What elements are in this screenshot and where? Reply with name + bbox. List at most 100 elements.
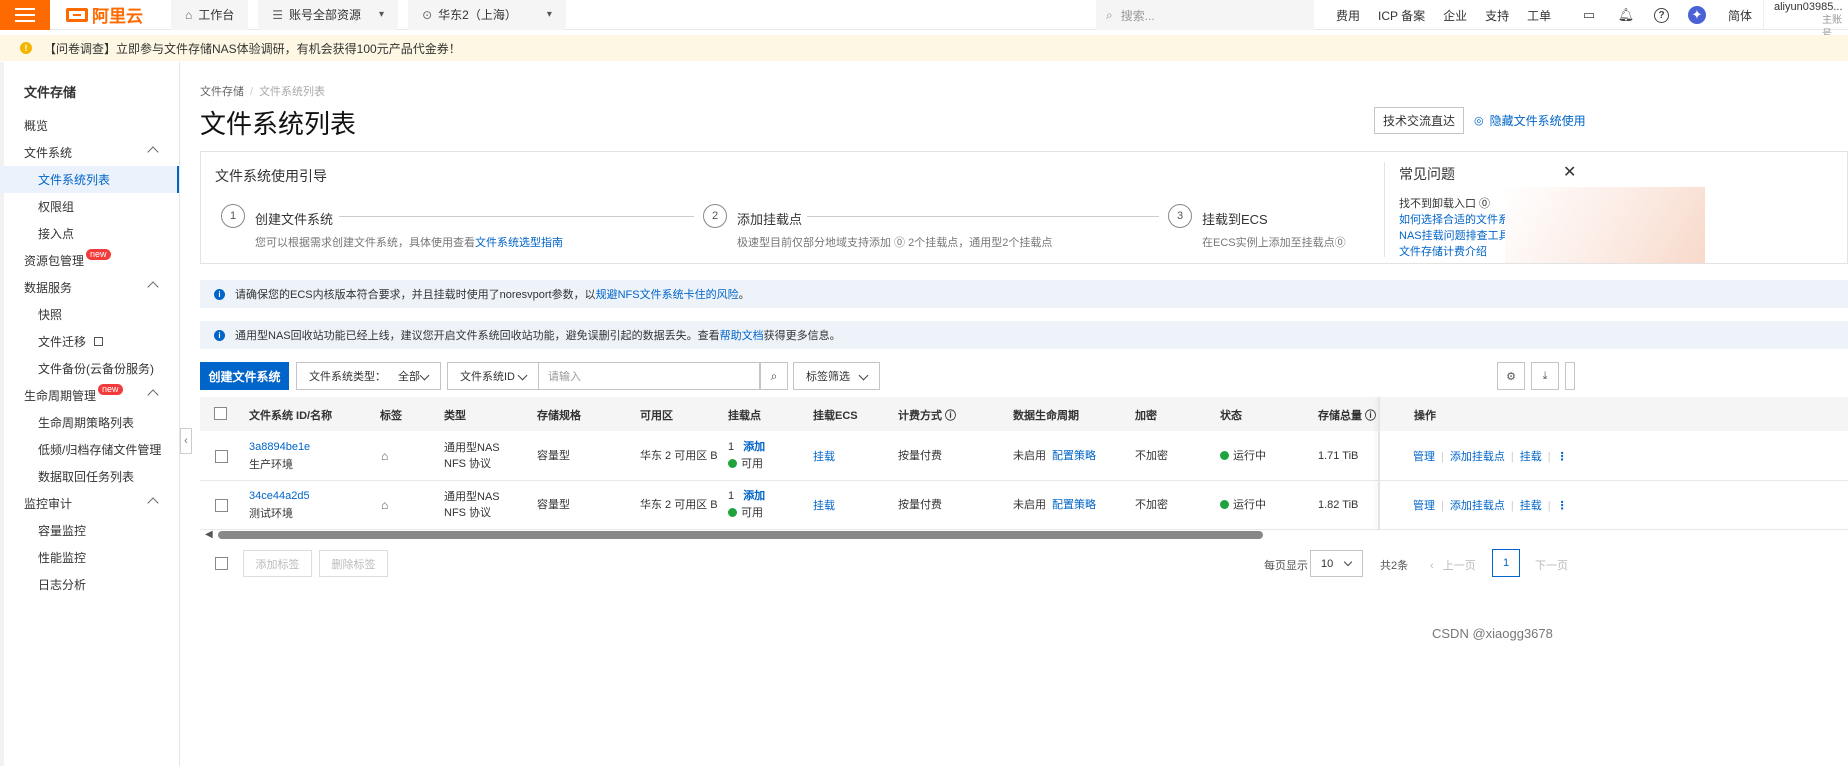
help-doc-link[interactable]: 帮助文档 xyxy=(720,327,764,343)
top-link-billing[interactable]: 费用 xyxy=(1336,7,1360,24)
terminal-icon[interactable]: ▭ xyxy=(1580,6,1598,24)
divider: | xyxy=(1547,500,1551,512)
help-icon[interactable]: ? xyxy=(1654,7,1669,23)
sidebar-group-data-service[interactable]: 数据服务 xyxy=(0,274,179,301)
column-header[interactable]: 文件系统 ID/名称 xyxy=(249,407,332,423)
add-tag-button[interactable]: 添加标签 xyxy=(243,550,312,577)
filesystem-id-link[interactable]: 3a8894be1e xyxy=(249,439,310,455)
footer-select-all-checkbox[interactable] xyxy=(215,557,228,570)
row-checkbox[interactable] xyxy=(215,499,228,512)
tech-exchange-button[interactable]: 技术交流直达 xyxy=(1374,107,1464,134)
sidebar-item-log-analysis[interactable]: 日志分析 xyxy=(0,571,179,598)
scroll-left-icon[interactable]: ◀ xyxy=(205,529,213,540)
assistant-icon[interactable]: ✦ xyxy=(1688,6,1706,24)
row-checkbox[interactable] xyxy=(215,450,228,463)
faq-title: 常见问题 xyxy=(1399,166,1455,182)
filesystem-id[interactable]: 3a8894be1e xyxy=(249,441,310,453)
region-dropdown[interactable]: ⊙ 华东2（上海） ▾ xyxy=(408,0,566,30)
page-number-current[interactable]: 1 xyxy=(1492,549,1520,577)
mount-ecs-text[interactable]: 挂载 xyxy=(813,451,835,463)
filesystem-type-select[interactable]: 文件系统类型： 全部 xyxy=(296,362,441,390)
language-switch[interactable]: 简体 xyxy=(1728,7,1752,24)
download-icon[interactable]: ⤓ xyxy=(1531,362,1559,390)
hide-guide-link[interactable]: ◎ 隐藏文件系统使用 xyxy=(1474,112,1586,129)
bell-icon[interactable]: 🔔︎ xyxy=(1617,6,1635,24)
top-link-icp[interactable]: ICP 备案 xyxy=(1378,7,1425,24)
prev-page-button[interactable]: ‹ 上一页 xyxy=(1430,557,1476,573)
notice-text[interactable]: 【问卷调查】立即参与文件存储NAS体验调研，有机会获得100元产品代金券！ xyxy=(44,40,461,57)
menu-icon[interactable] xyxy=(0,0,50,30)
tag-filter-select[interactable]: 标签筛选 xyxy=(793,362,880,390)
global-search-input[interactable]: ⌕ 搜索... xyxy=(1096,0,1314,30)
filesystem-id-link[interactable]: 34ce44a2d5 xyxy=(249,488,310,504)
sidebar-item-snapshot[interactable]: 快照 xyxy=(0,301,179,328)
sidebar-item-performance-monitor[interactable]: 性能监控 xyxy=(0,544,179,571)
step-number: 3 xyxy=(1168,204,1192,228)
sidebar-item-access-point[interactable]: 接入点 xyxy=(0,220,179,247)
settings-icon[interactable]: ⚙ xyxy=(1497,362,1525,390)
sidebar-item-retrieval-tasks[interactable]: 数据取回任务列表 xyxy=(0,463,179,490)
add-mount-point-link[interactable]: 添加挂载点 xyxy=(1450,451,1505,463)
chevron-down-icon xyxy=(1343,557,1353,567)
configure-policy-link[interactable]: 配置策略 xyxy=(1052,450,1096,462)
top-link-ticket[interactable]: 工单 xyxy=(1527,7,1551,24)
configure-policy-link[interactable]: 配置策略 xyxy=(1052,499,1096,511)
sidebar-group-lifecycle[interactable]: 生命周期管理 new xyxy=(0,382,179,409)
breadcrumb-root[interactable]: 文件存储 xyxy=(200,86,244,98)
sidebar-item-filesystem-list[interactable]: 文件系统列表 xyxy=(0,166,179,193)
sidebar-item-backup[interactable]: 文件备份(云备份服务) xyxy=(0,355,179,382)
usage-guide-panel: 文件系统使用引导 1 创建文件系统 您可以根据需求创建文件系统，具体使用查看文件… xyxy=(200,151,1848,264)
mount-link[interactable]: 挂载 xyxy=(1520,500,1542,512)
mount-ecs-link[interactable]: 挂载 xyxy=(813,498,835,514)
horizontal-scrollbar[interactable] xyxy=(218,531,1263,539)
top-link-enterprise[interactable]: 企业 xyxy=(1443,7,1467,24)
sidebar-item-archive-files[interactable]: 低频/归档存储文件管理 xyxy=(0,436,179,463)
next-page-button[interactable]: 下一页 xyxy=(1535,557,1568,573)
more-actions-icon[interactable]: ⋮ xyxy=(1557,451,1568,463)
sidebar-item-lifecycle-policy[interactable]: 生命周期策略列表 xyxy=(0,409,179,436)
mount-ecs-text[interactable]: 挂载 xyxy=(813,500,835,512)
manage-link[interactable]: 管理 xyxy=(1413,500,1435,512)
sidebar-item-package[interactable]: 资源包管理 new xyxy=(0,247,179,274)
select-all-checkbox[interactable] xyxy=(214,407,227,420)
divider: | xyxy=(1510,500,1514,512)
sidebar-item-overview[interactable]: 概览 xyxy=(0,112,179,139)
aliyun-logo[interactable]: 阿里云 xyxy=(66,2,143,27)
sidebar-group-monitoring[interactable]: 监控审计 xyxy=(0,490,179,517)
filesystem-protocol: NFS 协议 xyxy=(444,507,492,519)
create-filesystem-button[interactable]: 创建文件系统 xyxy=(200,362,289,390)
resources-dropdown[interactable]: ☰ 账号全部资源 ▾ xyxy=(258,0,399,30)
add-mount-point-link[interactable]: 添加挂载点 xyxy=(1450,500,1505,512)
tag-icon[interactable]: ⌂ xyxy=(381,498,388,512)
sidebar-item-label: 资源包管理 xyxy=(24,254,85,268)
sidebar-item-capacity-monitor[interactable]: 容量监控 xyxy=(0,517,179,544)
zone: 华东 2 可用区 B xyxy=(640,499,718,511)
selection-guide-link[interactable]: 文件系统选型指南 xyxy=(475,237,563,249)
search-icon[interactable]: ⌕ xyxy=(760,362,788,390)
add-mount-link[interactable]: 添加 xyxy=(743,441,765,453)
add-mount-link[interactable]: 添加 xyxy=(743,490,765,502)
sidebar-collapse-button[interactable]: ‹ xyxy=(180,428,192,454)
user-account[interactable]: aliyun03985... 主账号 xyxy=(1763,0,1848,40)
sidebar-item-migration[interactable]: 文件迁移 xyxy=(0,328,179,355)
info-icon: i xyxy=(214,288,225,300)
close-icon[interactable]: ✕ xyxy=(1563,162,1576,182)
page-size-select[interactable]: 10 xyxy=(1310,550,1363,577)
sidebar-group-filesystem[interactable]: 文件系统 xyxy=(0,139,179,166)
remove-tag-button[interactable]: 删除标签 xyxy=(319,550,388,577)
manage-link[interactable]: 管理 xyxy=(1413,451,1435,463)
filesystem-search-input[interactable]: 请输入 xyxy=(538,362,760,390)
filesystem-id[interactable]: 34ce44a2d5 xyxy=(249,490,310,502)
sidebar-item-permission-group[interactable]: 权限组 xyxy=(0,193,179,220)
more-icon[interactable] xyxy=(1565,362,1575,390)
tag-icon[interactable]: ⌂ xyxy=(381,449,388,463)
alert-link[interactable]: 规避NFS文件系统卡住的风险 xyxy=(596,286,739,302)
search-field-select[interactable]: 文件系统ID xyxy=(447,362,539,390)
top-link-support[interactable]: 支持 xyxy=(1485,7,1509,24)
mount-link[interactable]: 挂载 xyxy=(1520,451,1542,463)
encryption: 不加密 xyxy=(1135,499,1168,511)
billing-method: 按量付费 xyxy=(898,450,942,462)
workbench-link[interactable]: ⌂ 工作台 xyxy=(171,0,249,30)
mount-ecs-link[interactable]: 挂载 xyxy=(813,449,835,465)
more-actions-icon[interactable]: ⋮ xyxy=(1557,500,1568,512)
